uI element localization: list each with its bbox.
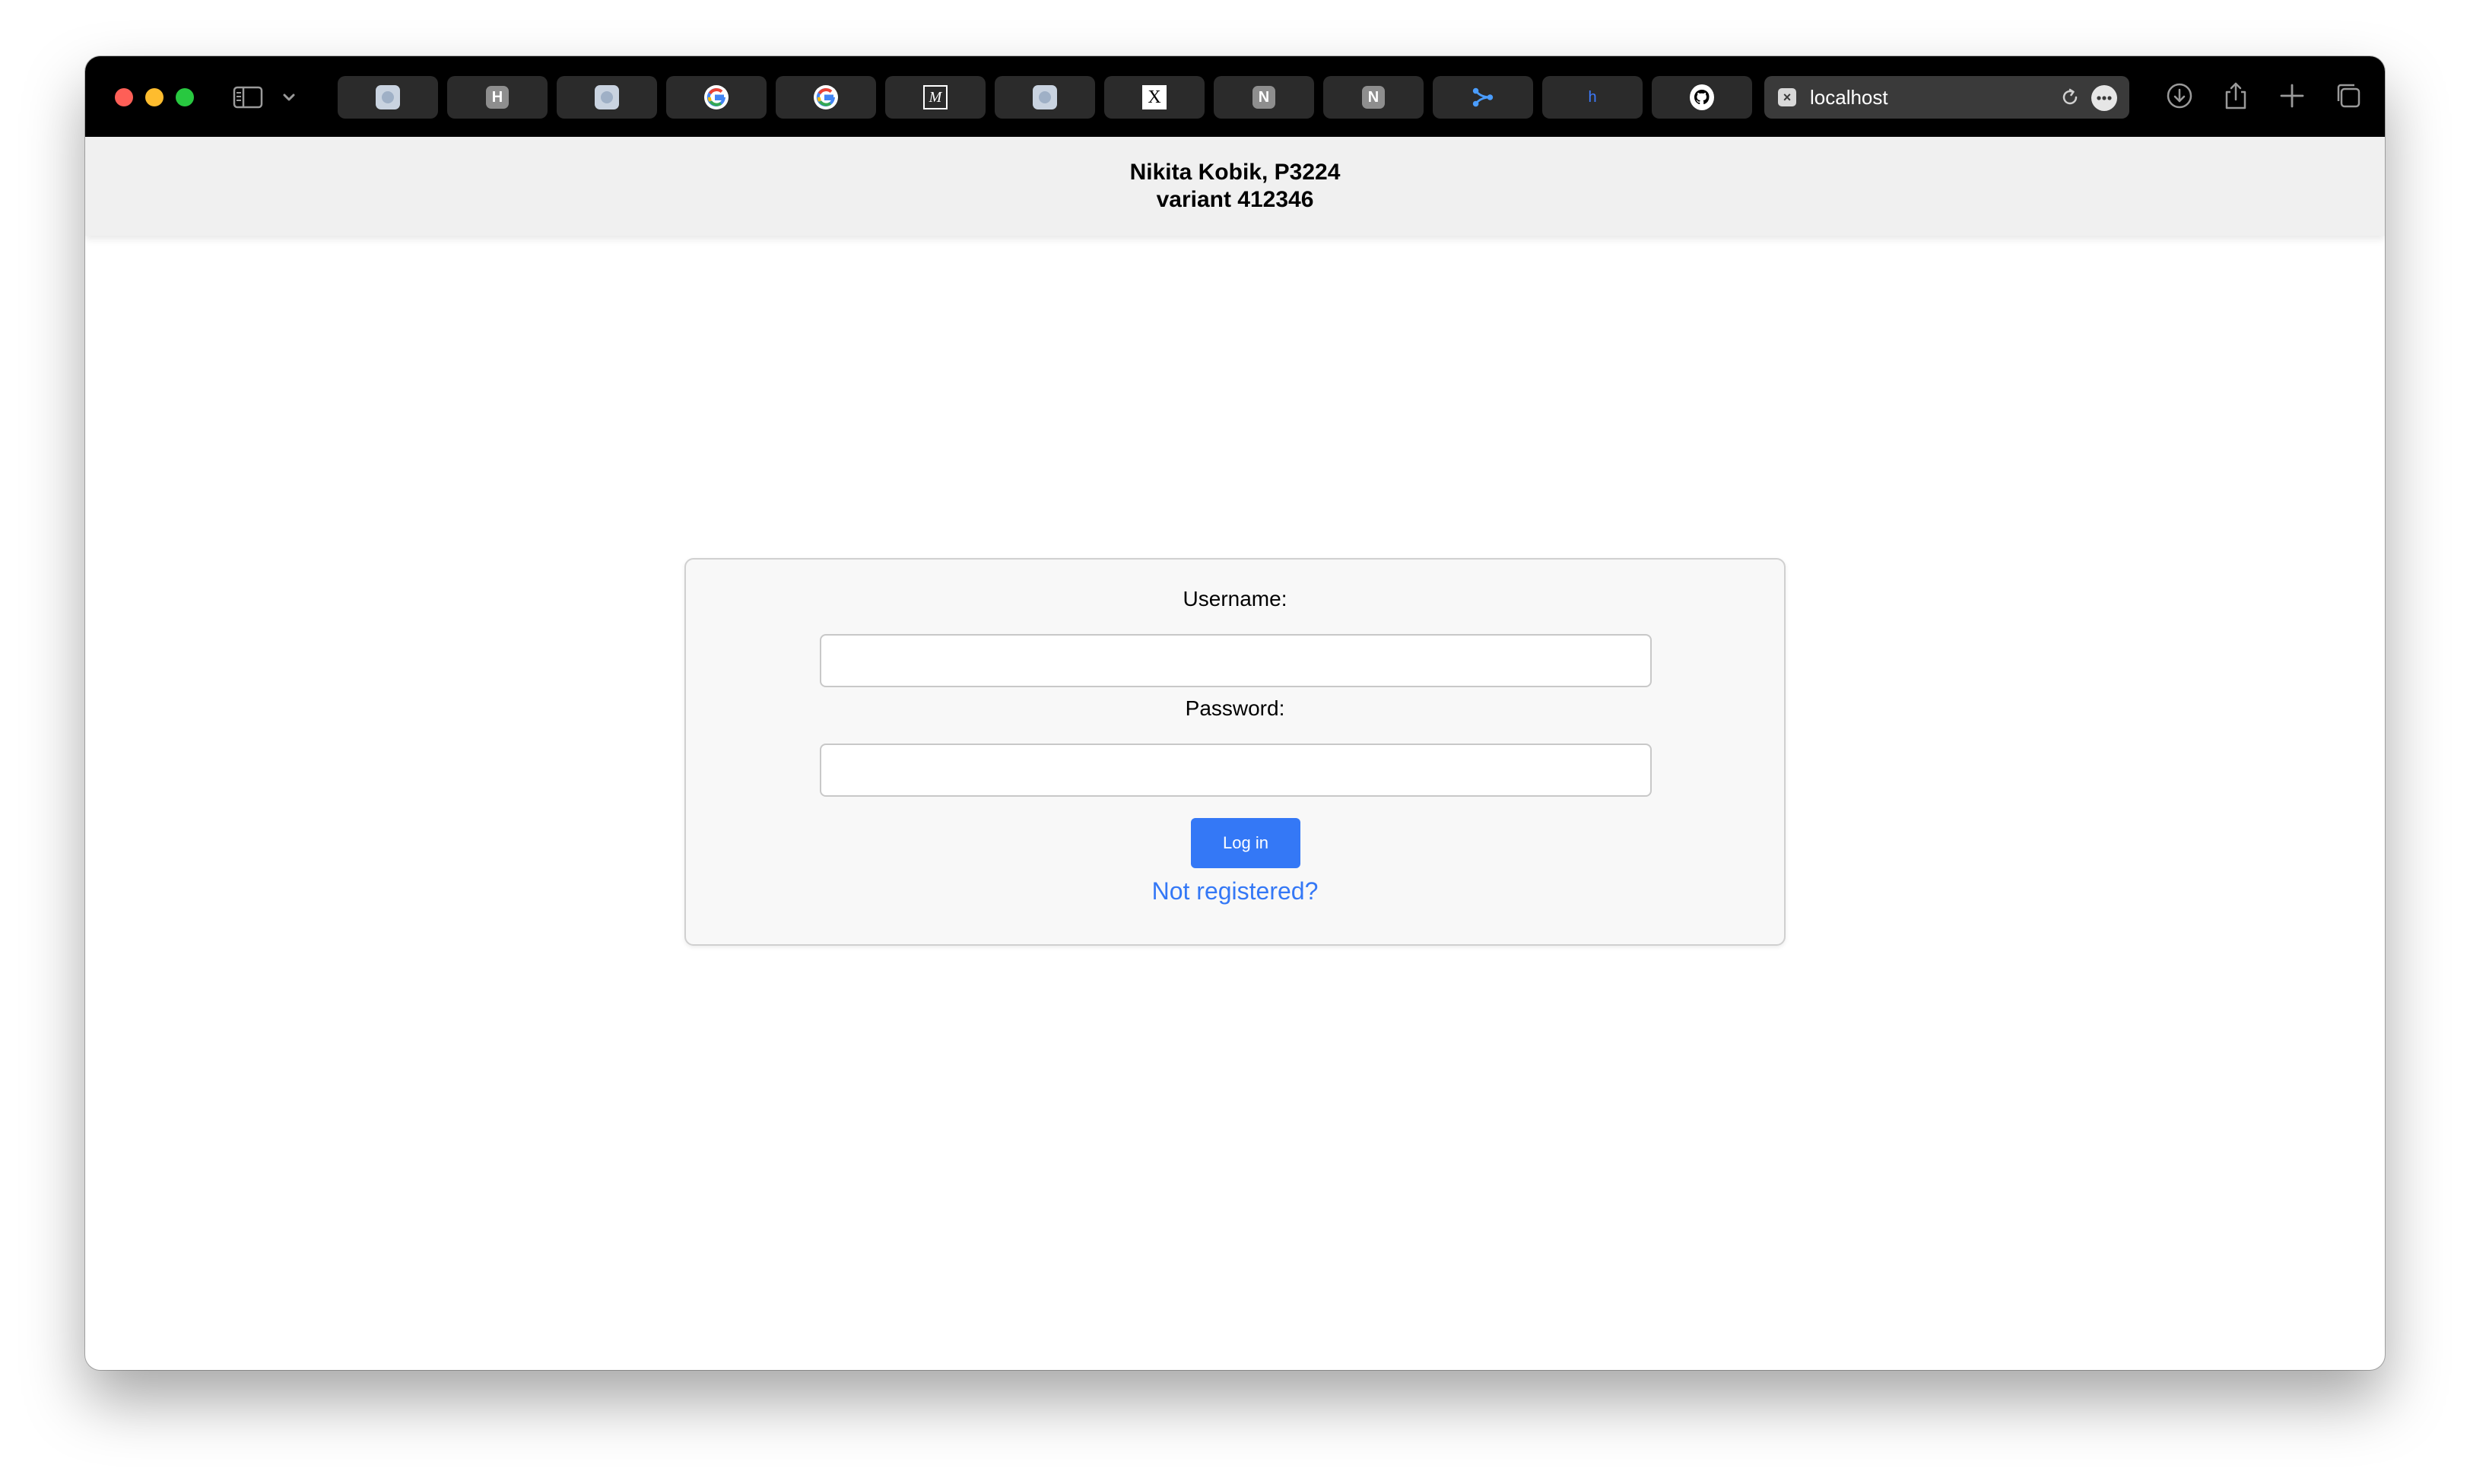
medium-icon: M [923,85,948,109]
notion-icon: N [1252,85,1276,109]
browser-tab[interactable]: X [1104,76,1205,119]
login-button[interactable]: Log in [1191,818,1300,868]
site-favicon: × [1778,88,1796,106]
google-icon [814,85,838,109]
new-tab-icon[interactable] [2275,79,2309,113]
address-bar[interactable]: × localhost [1764,76,2129,119]
app-blob-icon [595,85,619,109]
browser-tab[interactable] [1433,76,1533,119]
variant-label: variant 412346 [1156,187,1314,212]
tab-overview-icon[interactable] [2332,79,2365,113]
app-blob-icon [1033,85,1057,109]
reload-icon[interactable] [2059,87,2081,108]
browser-tab[interactable]: H [447,76,548,119]
browser-tab[interactable]: h [1542,76,1643,119]
username-label: Username: [1183,587,1287,610]
browser-tab[interactable] [338,76,438,119]
browser-tab[interactable] [776,76,876,119]
page-header: Nikita Kobik, P3224 variant 412346 [85,137,2385,236]
browser-tab[interactable] [666,76,767,119]
minimize-window-button[interactable] [145,88,164,106]
github-icon [1690,84,1714,110]
browser-tab[interactable]: M [885,76,986,119]
login-form: Username: Password: Log in Not registere… [684,558,1786,946]
student-name: Nikita Kobik, P3224 [1129,160,1341,185]
download-icon[interactable] [2163,79,2196,113]
h-small-icon: h [1588,88,1597,106]
notion-icon: N [1361,85,1386,109]
browser-tab[interactable]: N [1214,76,1314,119]
app-blob-icon [376,85,400,109]
browser-tab[interactable] [557,76,657,119]
browser-tab[interactable]: N [1323,76,1424,119]
browser-toolbar: H M X N N h × localhost [85,56,2385,137]
register-link[interactable]: Not registered? [686,877,1784,905]
share-icon[interactable] [2219,79,2253,113]
h-letter-icon: H [485,85,510,109]
x-icon: X [1142,85,1167,109]
username-input[interactable] [820,634,1652,687]
browser-tab[interactable] [995,76,1095,119]
share-nodes-icon [1471,85,1495,109]
zoom-window-button[interactable] [176,88,194,106]
password-label: Password: [1185,696,1285,720]
address-url[interactable]: localhost [1810,86,1888,109]
password-input[interactable] [820,744,1652,797]
close-window-button[interactable] [115,88,133,106]
browser-window: H M X N N h × localhost Nikita Kobik, P3… [85,56,2385,1370]
google-icon [704,85,729,109]
chevron-down-icon[interactable] [280,88,298,106]
more-options-icon[interactable] [2091,85,2117,111]
browser-tab[interactable] [1652,76,1752,119]
sidebar-icon[interactable] [233,85,263,109]
